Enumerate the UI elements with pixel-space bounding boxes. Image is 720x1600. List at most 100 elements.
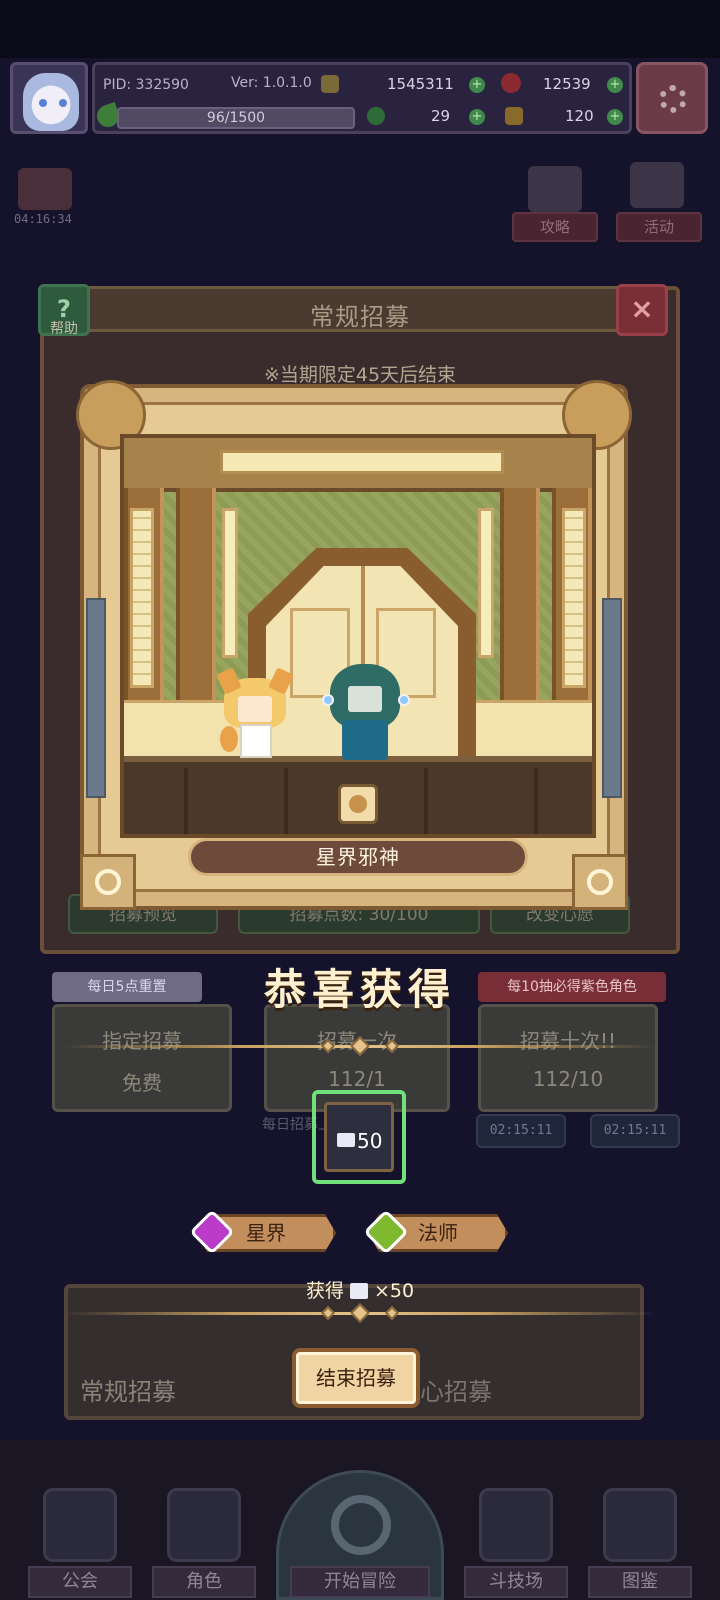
help-label: 帮助 [50, 321, 78, 337]
ten-recruit-cost: 112/10 [532, 1067, 604, 1091]
scene-hanging-scroll [222, 508, 238, 658]
deity-face [348, 686, 382, 712]
character-scene [120, 434, 596, 838]
chest-timer: 04:16:34 [14, 212, 72, 226]
congrats-title: 恭喜获得 [263, 965, 456, 1014]
emblem-mark [349, 795, 367, 813]
frame-side-rail [602, 598, 622, 798]
recruit-title-bar: 常规招募 [80, 286, 640, 332]
fox-girl-sprite [216, 667, 294, 762]
clover-icon [367, 107, 385, 125]
gold-amount: 1545311 [387, 75, 454, 93]
nav-guild[interactable]: 公会 [28, 1474, 132, 1600]
recruit-title: 常规招募 [310, 303, 410, 331]
reward-item-count: 50 [357, 1129, 383, 1153]
magnifier-icon [331, 1495, 391, 1555]
gem-icon [501, 73, 521, 93]
treasure-chest-icon[interactable] [18, 168, 72, 210]
game-version: Ver: 1.0.1.0 [231, 75, 312, 91]
player-id: PID: 332590 [103, 77, 189, 93]
timer-right: 02:15:11 [590, 1114, 680, 1148]
guild-shop-icon [43, 1488, 117, 1562]
floor-plank [184, 768, 188, 834]
add-gold-plus-icon[interactable]: + [469, 77, 485, 93]
nav-character[interactable]: 角色 [152, 1474, 256, 1600]
scene-lamp [220, 450, 504, 474]
character-name-plate: 星界邪神 [188, 838, 528, 876]
frame-side-rail [86, 598, 106, 798]
character-reveal-frame: 星界邪神 [76, 380, 632, 910]
ten-recruit-title: 招募十次!! [519, 1029, 617, 1053]
frame-corner-ornament [572, 854, 628, 910]
event-balloon-icon [630, 162, 684, 208]
ten-recruit-button[interactable]: 招募十次!! 112/10 [478, 1004, 658, 1112]
designated-recruit-cost: 免费 [122, 1071, 162, 1095]
hand-token-icon [505, 107, 523, 125]
avatar-face [23, 73, 79, 131]
settings-button[interactable] [636, 62, 708, 134]
gear-icon [659, 85, 687, 113]
nav-arena-label: 斗技场 [464, 1566, 568, 1598]
gem-amount: 12539 [543, 75, 591, 93]
floor-plank [284, 768, 288, 834]
player-info-panel: PID: 332590 Ver: 1.0.1.0 1545311 + 12539… [92, 62, 632, 134]
scene-window [130, 508, 154, 688]
bottom-navigation: 公会 角色 开始冒险 斗技场 图鉴 [0, 1440, 720, 1600]
player-avatar[interactable] [10, 62, 88, 134]
codex-book-icon [603, 1488, 677, 1562]
stamina-bar: 96/1500 [117, 107, 355, 129]
add-hand-token-plus-icon[interactable]: + [607, 109, 623, 125]
avatar-eye-left [39, 99, 47, 107]
strategy-button[interactable]: 攻略 [512, 212, 598, 242]
obtained-prefix: 获得 [305, 1280, 344, 1302]
scene-window [562, 508, 586, 688]
nav-character-label: 角色 [152, 1566, 256, 1598]
add-gem-plus-icon[interactable]: + [607, 77, 623, 93]
fox-tail [220, 726, 238, 752]
nav-guild-label: 公会 [28, 1566, 132, 1598]
gold-coin-icon [321, 75, 339, 93]
clover-amount: 29 [431, 107, 451, 125]
reward-item-slot[interactable]: 50 [312, 1090, 406, 1184]
end-recruit-button[interactable]: 结束招募 [292, 1348, 420, 1408]
status-strip [0, 0, 720, 58]
floor-plank [424, 768, 428, 834]
event-button[interactable]: 活动 [616, 212, 702, 242]
floor-plank [534, 768, 538, 834]
banner-normal-recruit[interactable]: 常规招募 [80, 1372, 176, 1407]
corner-glyph-icon [95, 869, 121, 895]
crossed-swords-icon [479, 1488, 553, 1562]
nav-adventure-label: 开始冒险 [290, 1566, 430, 1598]
fox-body [240, 724, 272, 758]
corner-glyph-icon [587, 869, 613, 895]
character-icon [167, 1488, 241, 1562]
designated-recruit-title: 指定招募 [102, 1029, 182, 1053]
banner-wish-recruit[interactable]: 心招募 [420, 1372, 492, 1407]
nav-arena[interactable]: 斗技场 [464, 1474, 568, 1600]
card-icon [349, 1283, 368, 1299]
reward-item: 50 [324, 1102, 394, 1172]
designated-recruit-button[interactable]: 指定招募 免费 [52, 1004, 232, 1112]
character-emblem-icon [338, 784, 378, 824]
astral-evil-deity-sprite [320, 664, 412, 764]
close-button[interactable]: × [616, 284, 668, 336]
deity-body [342, 720, 388, 760]
fox-face [238, 696, 272, 722]
nav-codex-label: 图鉴 [588, 1566, 692, 1598]
deity-orb [322, 694, 334, 706]
top-bar: PID: 332590 Ver: 1.0.1.0 1545311 + 12539… [6, 60, 714, 136]
nav-codex[interactable]: 图鉴 [588, 1474, 692, 1600]
hand-token-amount: 120 [565, 107, 594, 125]
avatar-eye-right [59, 99, 67, 107]
frame-corner-ornament [80, 854, 136, 910]
nav-start-adventure[interactable]: 开始冒险 [276, 1470, 444, 1600]
scene-hanging-scroll [478, 508, 494, 658]
timer-left: 02:15:11 [476, 1114, 566, 1148]
obtained-quantity: ×50 [373, 1280, 415, 1302]
strategy-icon [528, 166, 582, 212]
single-recruit-cost: 112/1 [328, 1067, 386, 1091]
obtained-summary: 获得 ×50 [0, 1276, 720, 1303]
card-icon [337, 1133, 355, 1147]
deity-orb [398, 694, 410, 706]
add-clover-plus-icon[interactable]: + [469, 109, 485, 125]
